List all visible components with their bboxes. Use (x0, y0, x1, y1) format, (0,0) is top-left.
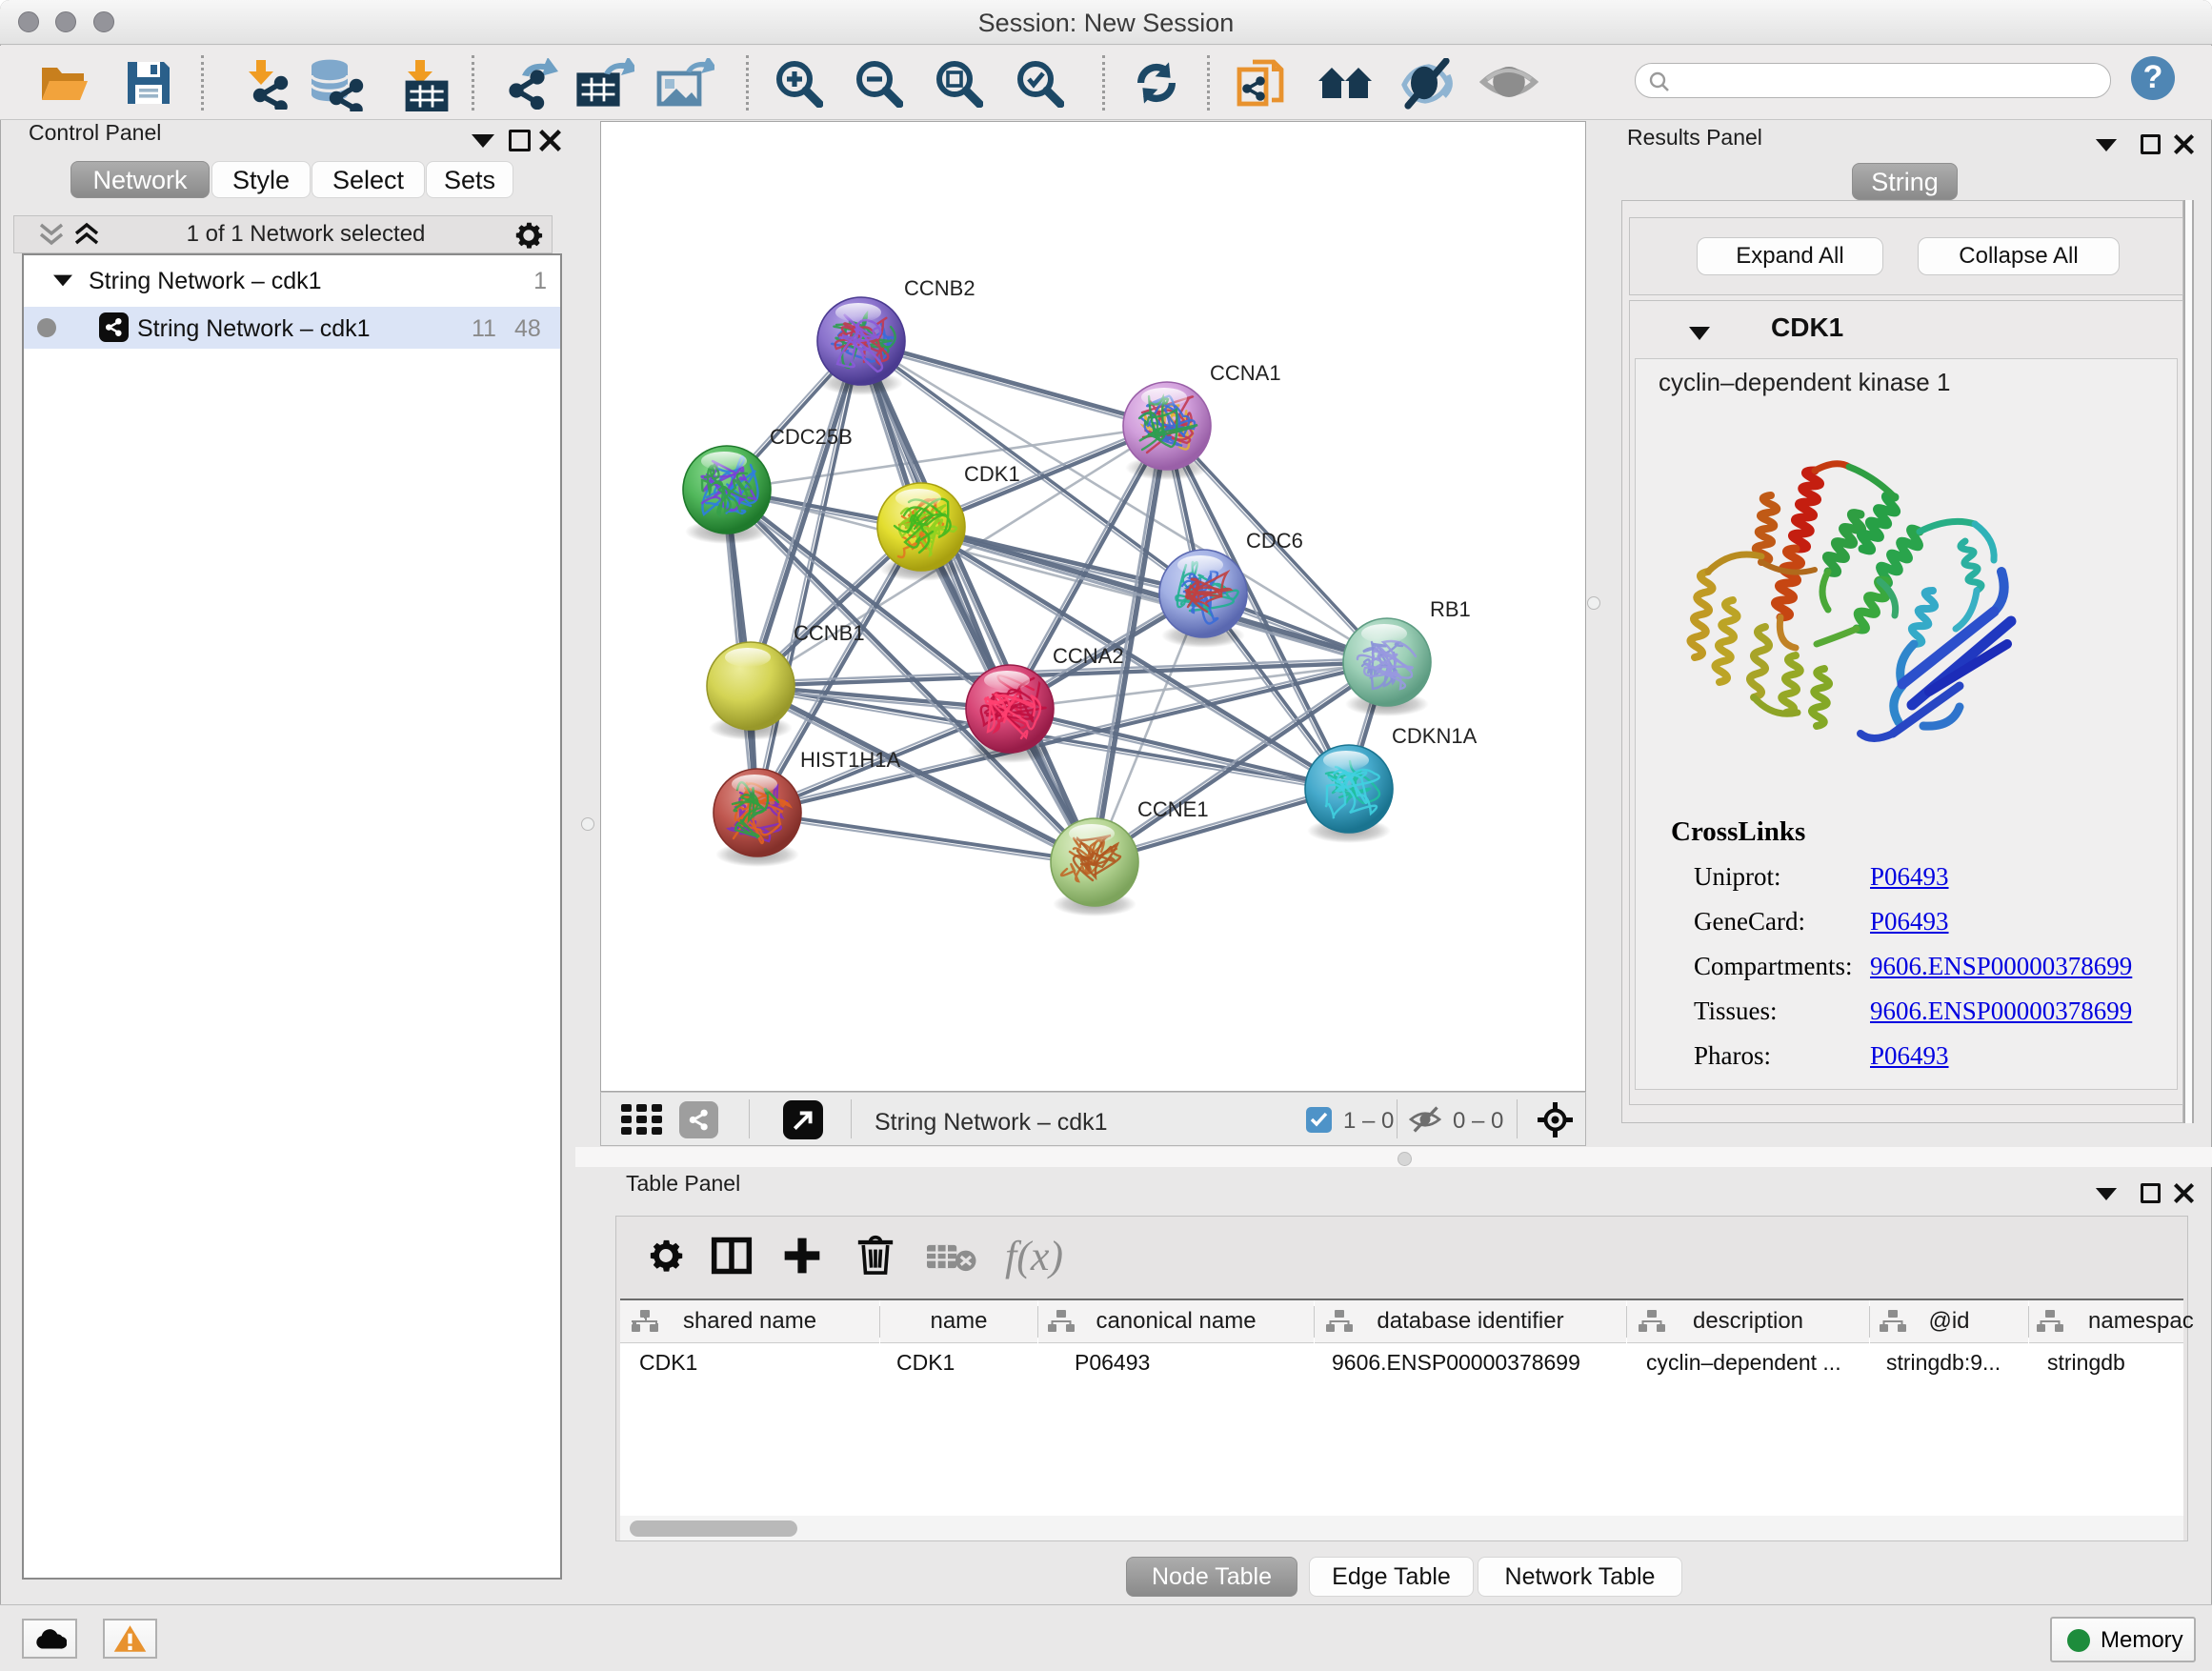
svg-text:CCNA2: CCNA2 (1053, 644, 1124, 668)
svg-text:CDC6: CDC6 (1246, 529, 1303, 553)
svg-text:CCNE1: CCNE1 (1137, 797, 1209, 821)
svg-text:CDKN1A: CDKN1A (1392, 724, 1478, 748)
svg-text:CDK1: CDK1 (964, 462, 1020, 486)
svg-text:CCNA1: CCNA1 (1210, 361, 1281, 385)
svg-text:RB1: RB1 (1430, 597, 1471, 621)
svg-text:CCNB1: CCNB1 (794, 621, 865, 645)
svg-text:CCNB2: CCNB2 (904, 276, 975, 300)
svg-text:HIST1H1A: HIST1H1A (800, 748, 900, 772)
svg-text:CDC25B: CDC25B (770, 425, 853, 449)
